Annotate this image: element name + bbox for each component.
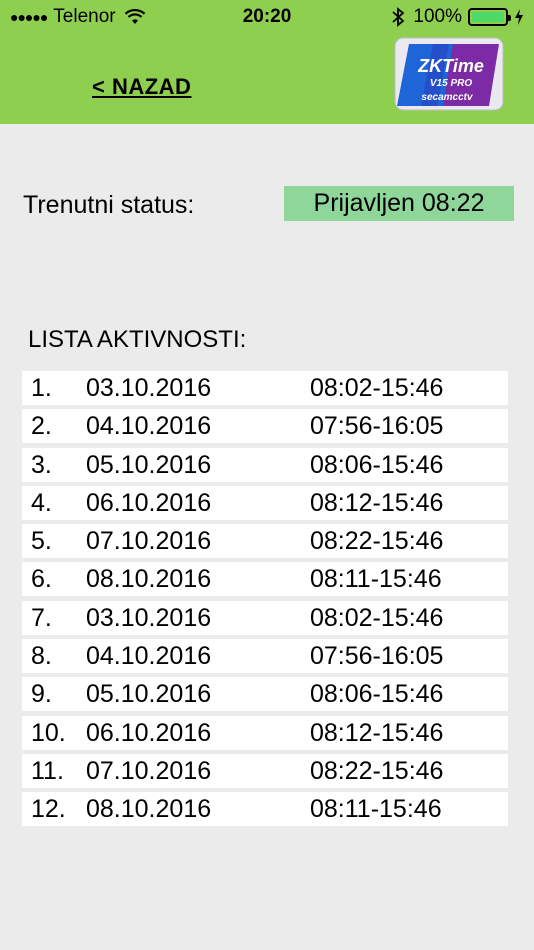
row-time-range: 08:12-15:46 bbox=[310, 488, 444, 517]
row-time-range: 07:56-16:05 bbox=[310, 412, 444, 441]
row-number: 4. bbox=[31, 488, 52, 517]
header-bar: ●●●●● Telenor 20:20 100% < NAZAD ZKTime … bbox=[0, 0, 534, 124]
list-item: 1. 03.10.2016 08:02-15:46 bbox=[22, 371, 508, 405]
zktime-logo: ZKTime V15 PRO secamcctv bbox=[394, 37, 504, 111]
row-number: 2. bbox=[31, 412, 52, 441]
list-item: 2. 04.10.2016 07:56-16:05 bbox=[22, 409, 508, 444]
list-item: 4. 06.10.2016 08:12-15:46 bbox=[22, 485, 508, 520]
row-number: 11. bbox=[31, 756, 64, 785]
row-time-range: 08:11-15:46 bbox=[310, 565, 442, 594]
row-time-range: 08:12-15:46 bbox=[310, 718, 444, 747]
list-item: 10. 06.10.2016 08:12-15:46 bbox=[22, 715, 508, 750]
row-date: 03.10.2016 bbox=[86, 374, 212, 402]
row-date: 05.10.2016 bbox=[86, 450, 212, 479]
logo-title: ZKTime bbox=[417, 56, 484, 76]
list-item: 6. 08.10.2016 08:11-15:46 bbox=[22, 562, 508, 597]
row-number: 9. bbox=[31, 680, 52, 709]
row-number: 1. bbox=[31, 374, 52, 402]
status-label: Trenutni status: bbox=[23, 191, 195, 219]
row-date: 06.10.2016 bbox=[86, 718, 212, 747]
row-time-range: 08:22-15:46 bbox=[310, 756, 444, 785]
bluetooth-icon bbox=[392, 7, 405, 27]
list-item: 11. 07.10.2016 08:22-15:46 bbox=[22, 753, 508, 788]
status-right: 100% bbox=[391, 6, 524, 28]
back-button[interactable]: < NAZAD bbox=[92, 74, 191, 100]
row-time-range: 07:56-16:05 bbox=[310, 642, 444, 671]
list-item: 8. 04.10.2016 07:56-16:05 bbox=[22, 639, 508, 674]
row-time-range: 08:02-15:46 bbox=[310, 603, 444, 632]
row-date: 08.10.2016 bbox=[86, 565, 212, 594]
logo-brand: secamcctv bbox=[421, 92, 474, 103]
row-date: 04.10.2016 bbox=[86, 412, 212, 441]
activity-list-title: LISTA AKTIVNOSTI: bbox=[28, 326, 247, 353]
row-date: 06.10.2016 bbox=[86, 488, 212, 517]
list-item: 7. 03.10.2016 08:02-15:46 bbox=[22, 600, 508, 635]
status-bar: ●●●●● Telenor 20:20 100% bbox=[0, 0, 534, 34]
list-item: 12. 08.10.2016 08:11-15:46 bbox=[22, 792, 508, 827]
logo-version: V15 PRO bbox=[430, 78, 472, 89]
row-date: 03.10.2016 bbox=[86, 603, 212, 632]
row-number: 6. bbox=[31, 565, 52, 594]
row-date: 07.10.2016 bbox=[86, 756, 212, 785]
row-time-range: 08:22-15:46 bbox=[310, 527, 444, 556]
list-item: 3. 05.10.2016 08:06-15:46 bbox=[22, 447, 508, 482]
row-number: 12. bbox=[31, 795, 66, 824]
row-date: 07.10.2016 bbox=[86, 527, 212, 556]
row-time-range: 08:06-15:46 bbox=[310, 450, 444, 479]
row-time-range: 08:02-15:46 bbox=[310, 374, 444, 402]
row-date: 08.10.2016 bbox=[86, 795, 212, 824]
list-item: 5. 07.10.2016 08:22-15:46 bbox=[22, 524, 508, 559]
charging-bolt-icon bbox=[515, 9, 523, 25]
row-time-range: 08:06-15:46 bbox=[310, 680, 444, 709]
battery-percent: 100% bbox=[413, 6, 462, 27]
row-time-range: 08:11-15:46 bbox=[310, 795, 442, 824]
status-value-badge: Prijavljen 08:22 bbox=[284, 186, 514, 221]
row-number: 3. bbox=[31, 450, 52, 479]
battery-icon bbox=[468, 8, 511, 26]
activity-list: 1. 03.10.2016 08:02-15:46 2. 04.10.2016 07:5… bbox=[22, 371, 508, 831]
row-number: 10. bbox=[31, 718, 66, 747]
row-date: 04.10.2016 bbox=[86, 642, 212, 671]
row-number: 8. bbox=[31, 642, 52, 671]
row-number: 5. bbox=[31, 527, 52, 556]
row-number: 7. bbox=[31, 603, 52, 632]
row-date: 05.10.2016 bbox=[86, 680, 212, 709]
list-item: 9. 05.10.2016 08:06-15:46 bbox=[22, 677, 508, 712]
